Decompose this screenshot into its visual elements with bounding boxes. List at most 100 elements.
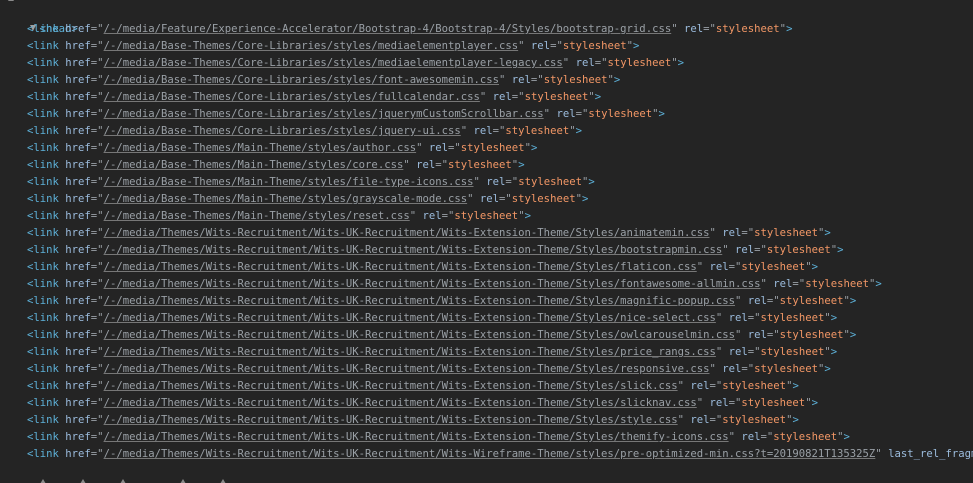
link-element-row[interactable]: <link href="/-/media/Themes/Wits-Recruit… bbox=[27, 361, 831, 378]
rel-value: stylesheet bbox=[505, 125, 570, 137]
href-value-link[interactable]: /-/media/Base-Themes/Core-Libraries/styl… bbox=[104, 125, 461, 137]
href-value-link[interactable]: /-/media/Themes/Wits-Recruitment/Wits-UK… bbox=[104, 363, 710, 375]
href-attribute: href bbox=[65, 346, 91, 358]
rel-value: stylesheet bbox=[779, 329, 844, 341]
href-value-link[interactable]: /-/media/Themes/Wits-Recruitment/Wits-UK… bbox=[104, 414, 678, 426]
href-value-link[interactable]: /-/media/Feature/Experience-Accelerator/… bbox=[104, 23, 672, 35]
rel-value: stylesheet bbox=[754, 227, 818, 239]
link-element-row[interactable]: <link href="/-/media/Base-Themes/Core-Li… bbox=[27, 106, 665, 123]
link-element-row[interactable]: <link href="/-/media/Themes/Wits-Recruit… bbox=[27, 446, 973, 463]
href-value-link[interactable]: /-/media/Base-Themes/Core-Libraries/styl… bbox=[104, 74, 499, 86]
link-element-row[interactable]: <link href="/-/media/Themes/Wits-Recruit… bbox=[27, 378, 799, 395]
expand-triangle-icon-partial bbox=[120, 479, 126, 483]
href-value-link[interactable]: /-/media/Themes/Wits-Recruitment/Wits-UK… bbox=[104, 227, 710, 239]
equals: =" bbox=[90, 261, 104, 273]
equals: =" bbox=[90, 397, 104, 409]
tag-close: > bbox=[792, 414, 799, 426]
link-element-row[interactable]: <link href="/-/media/Themes/Wits-Recruit… bbox=[27, 310, 837, 327]
href-value-link[interactable]: /-/media/Themes/Wits-Recruitment/Wits-UK… bbox=[104, 278, 761, 290]
href-value-link[interactable]: /-/media/Themes/Wits-Recruitment/Wits-UK… bbox=[104, 295, 735, 307]
link-element-row[interactable]: <link href =" /-/media/Base-Themes/Core-Li… bbox=[27, 38, 639, 55]
head-node[interactable]: <head> bbox=[4, 4, 78, 35]
href-value-link[interactable]: /-/media/Themes/Wits-Recruitment/Wits-UK… bbox=[104, 397, 697, 409]
href-value-link[interactable]: /-/media/Base-Themes/Main-Theme/styles/a… bbox=[104, 142, 417, 154]
link-element-row[interactable]: <link href="/-/media/Themes/Wits-Recruit… bbox=[27, 395, 818, 412]
link-element-row[interactable]: <link href="/-/media/Base-Themes/Core-Li… bbox=[27, 123, 582, 140]
link-element-row[interactable]: <link href="/-/media/Themes/Wits-Recruit… bbox=[27, 429, 850, 446]
rel-attribute: rel bbox=[486, 176, 506, 188]
href-attribute: href bbox=[65, 448, 91, 460]
href-attribute: href bbox=[65, 261, 91, 273]
link-element-row[interactable]: <link href="/-/media/Base-Themes/Main-Th… bbox=[27, 208, 531, 225]
equals: =" bbox=[741, 363, 755, 375]
rel-attribute: rel bbox=[575, 57, 595, 69]
equals: =" bbox=[90, 91, 104, 103]
link-tag-open: <link bbox=[27, 159, 59, 171]
rel-value: stylesheet bbox=[741, 261, 806, 273]
link-tag-open: <link bbox=[27, 40, 59, 52]
href-value-link[interactable]: /-/media/Base-Themes/Main-Theme/styles/f… bbox=[104, 176, 474, 188]
equals: =" bbox=[90, 295, 104, 307]
link-tag-open: <link bbox=[27, 278, 59, 290]
link-element-row[interactable]: <link href="/-/media/Base-Themes/Main-Th… bbox=[27, 140, 537, 157]
equals: =" bbox=[550, 40, 563, 52]
href-value-link[interactable]: /-/media/Themes/Wits-Recruitment/Wits-UK… bbox=[104, 380, 678, 392]
href-value-link[interactable]: /-/media/Themes/Wits-Recruitment/Wits-UK… bbox=[104, 261, 697, 273]
rel-attribute: rel bbox=[473, 125, 493, 137]
rel-value: stylesheet bbox=[460, 142, 525, 154]
link-element-row[interactable]: <link href="/-/media/Base-Themes/Core-Li… bbox=[27, 72, 620, 89]
link-element-row[interactable]: <link href="/-/media/Base-Themes/Main-Th… bbox=[27, 174, 595, 191]
href-value-link[interactable]: /-/media/Themes/Wits-Recruitment/Wits-UK… bbox=[104, 448, 876, 460]
equals: =" bbox=[741, 227, 755, 239]
rel-attribute: rel bbox=[722, 363, 742, 375]
tag-close: > bbox=[575, 125, 582, 137]
link-element-row[interactable]: <link href="/-/media/Base-Themes/Main-Th… bbox=[27, 157, 525, 174]
tag-close: > bbox=[849, 329, 857, 341]
equals: =" bbox=[90, 210, 104, 222]
equals: =" bbox=[90, 142, 104, 154]
href-attribute: href bbox=[65, 227, 91, 239]
link-element-row[interactable]: <link href="/-/media/Themes/Wits-Recruit… bbox=[27, 225, 831, 242]
equals: =" bbox=[90, 363, 104, 375]
href-value-link[interactable]: /-/media/Base-Themes/Core-Libraries/styl… bbox=[104, 40, 519, 52]
link-element-row[interactable]: <link href="/-/media/Base-Themes/Main-Th… bbox=[27, 191, 588, 208]
href-value-link[interactable]: /-/media/Themes/Wits-Recruitment/Wits-UK… bbox=[104, 244, 723, 256]
link-element-row[interactable]: <link href="/-/media/Themes/Wits-Recruit… bbox=[27, 327, 856, 344]
link-element-row[interactable]: <link href="/-/media/Base-Themes/Core-Li… bbox=[27, 55, 684, 72]
equals: =" bbox=[760, 431, 774, 443]
link-tag-open: <link bbox=[27, 329, 59, 341]
href-attribute: href bbox=[65, 329, 91, 341]
href-value-link[interactable]: /-/media/Base-Themes/Core-Libraries/styl… bbox=[104, 57, 563, 69]
link-element-row[interactable]: <link href="/-/media/Themes/Wits-Recruit… bbox=[27, 344, 837, 361]
link-tag-open: <link bbox=[27, 414, 59, 426]
link-element-row[interactable]: <link href="/-/media/Themes/Wits-Recruit… bbox=[27, 259, 818, 276]
equals: =" bbox=[505, 176, 519, 188]
href-value-link[interactable]: /-/media/Themes/Wits-Recruitment/Wits-UK… bbox=[104, 431, 729, 443]
link-element-row[interactable]: <link href="/-/media/Themes/Wits-Recruit… bbox=[27, 276, 882, 293]
link-element-row[interactable]: <link href="/-/media/Themes/Wits-Recruit… bbox=[27, 242, 843, 259]
href-value-link[interactable]: /-/media/Base-Themes/Main-Theme/styles/r… bbox=[104, 210, 410, 222]
tag-close: > bbox=[875, 278, 882, 290]
href-attribute: href bbox=[65, 125, 91, 137]
link-element-row[interactable]: <link href="/-/media/Base-Themes/Core-Li… bbox=[27, 89, 601, 106]
href-value-link[interactable]: /-/media/Themes/Wits-Recruitment/Wits-UK… bbox=[104, 346, 716, 358]
link-tag-open: <link bbox=[27, 23, 59, 35]
href-attribute: href bbox=[65, 431, 91, 443]
href-attribute: href bbox=[65, 40, 91, 52]
href-value-link[interactable]: /-/media/Base-Themes/Core-Libraries/styl… bbox=[104, 91, 480, 103]
link-element-row[interactable]: <link href="/-/media/Feature/Experience-… bbox=[27, 21, 792, 38]
href-value-link[interactable]: /-/media/Base-Themes/Main-Theme/styles/c… bbox=[104, 159, 404, 171]
equals: =" bbox=[90, 227, 104, 239]
link-tag-open: <link bbox=[27, 448, 59, 460]
href-value-link[interactable]: /-/media/Base-Themes/Core-Libraries/styl… bbox=[104, 108, 544, 120]
link-tag-open: <link bbox=[27, 108, 59, 120]
href-value-link[interactable]: /-/media/Themes/Wits-Recruitment/Wits-UK… bbox=[104, 329, 735, 341]
tag-close: > bbox=[518, 159, 525, 171]
link-element-row[interactable]: <link href="/-/media/Themes/Wits-Recruit… bbox=[27, 293, 856, 310]
href-value-link[interactable]: /-/media/Base-Themes/Main-Theme/styles/g… bbox=[104, 193, 468, 205]
href-value-link[interactable]: /-/media/Themes/Wits-Recruitment/Wits-UK… bbox=[104, 312, 716, 324]
link-element-row[interactable]: <link href="/-/media/Themes/Wits-Recruit… bbox=[27, 412, 799, 429]
tag-close: > bbox=[811, 261, 818, 273]
equals: =" bbox=[728, 397, 742, 409]
tag-close: > bbox=[786, 23, 793, 35]
